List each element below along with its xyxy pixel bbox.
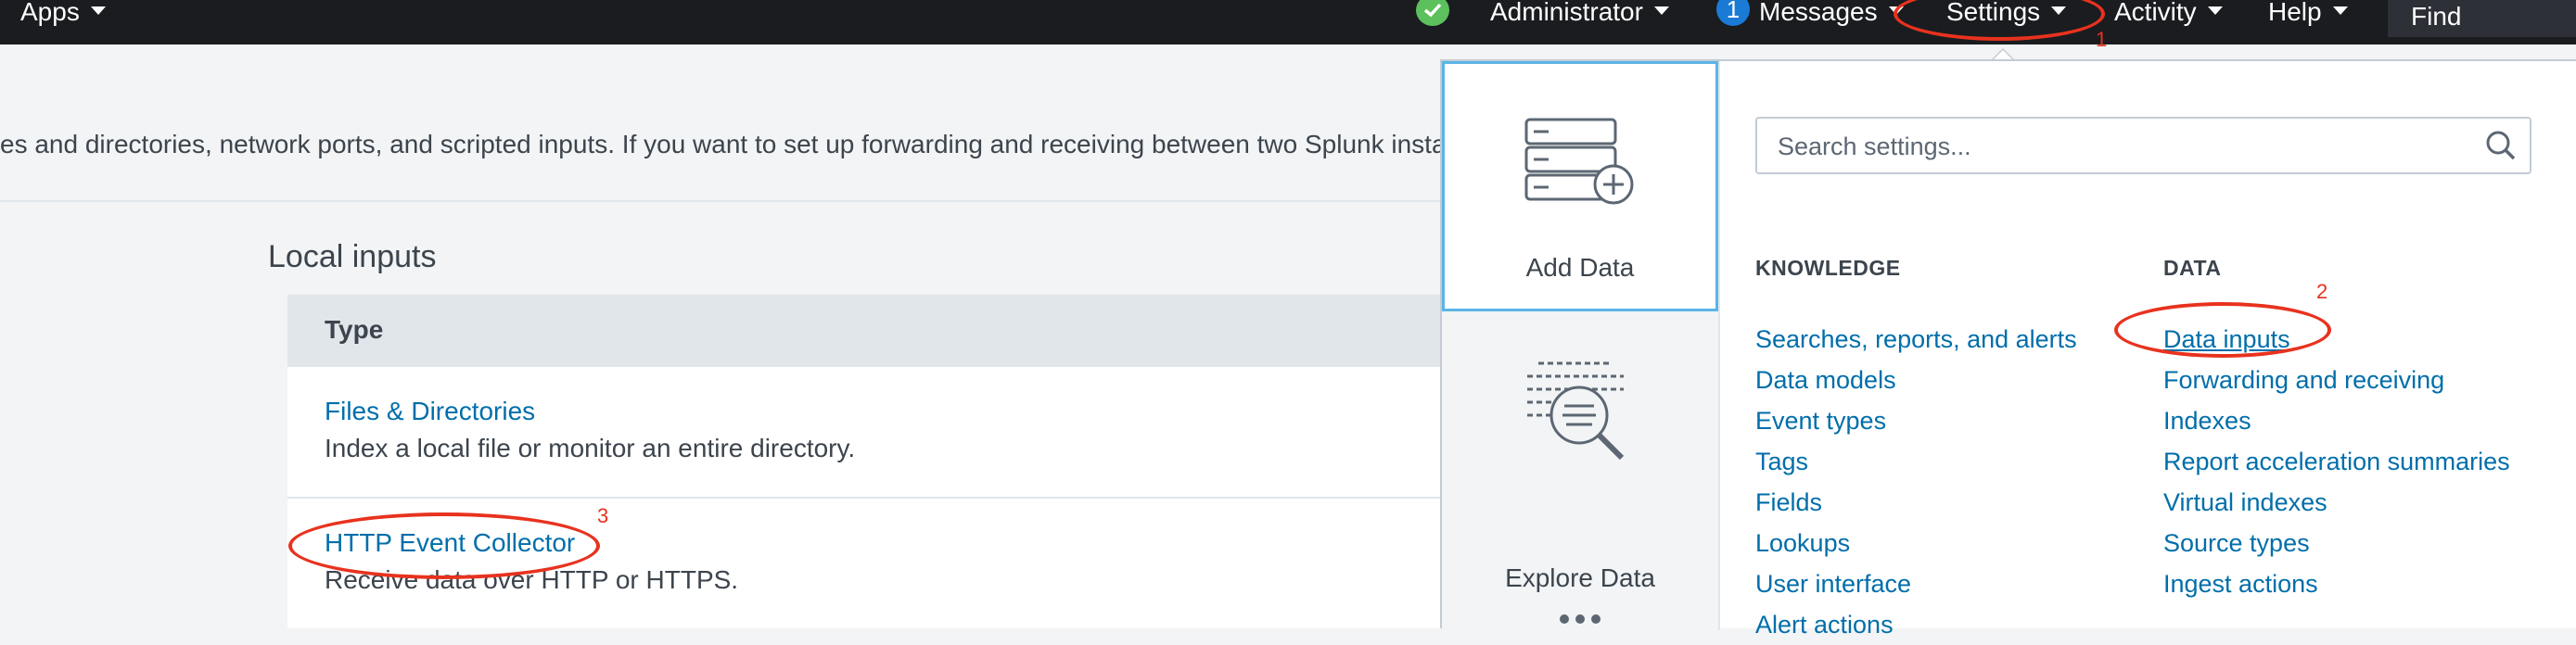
knowledge-item-alert-actions[interactable]: Alert actions — [1755, 604, 2077, 645]
search-icon[interactable] — [2485, 130, 2517, 161]
messages-count-badge: 1 — [1716, 0, 1750, 26]
add-data-label: Add Data — [1525, 253, 1635, 282]
apps-menu[interactable]: Apps — [20, 0, 106, 26]
knowledge-item-event-types[interactable]: Event types — [1755, 400, 2077, 441]
data-item-report-acceleration-summaries[interactable]: Report acceleration summaries — [2163, 441, 2510, 482]
section-title: Local inputs — [268, 239, 437, 274]
knowledge-menu: Searches, reports, and alerts Data model… — [1755, 319, 2077, 645]
table-header: Type — [287, 295, 1447, 367]
data-item-forwarding-receiving[interactable]: Forwarding and receiving — [2163, 360, 2510, 400]
data-item-source-types[interactable]: Source types — [2163, 523, 2510, 563]
data-item-ingest-actions[interactable]: Ingest actions — [2163, 563, 2510, 604]
table-row: Files & Directories Index a local file o… — [287, 367, 1447, 499]
chevron-down-icon — [1653, 6, 1669, 16]
explore-data-tile[interactable]: Explore Data — [1442, 311, 1718, 592]
data-heading: DATA — [2163, 256, 2222, 280]
top-navigation-bar: Apps Administrator 1 Messages Settings A… — [0, 0, 2576, 44]
knowledge-heading: KNOWLEDGE — [1755, 256, 1901, 280]
type-column-header[interactable]: Type — [325, 315, 383, 345]
help-label: Help — [2268, 0, 2322, 26]
knowledge-item-searches-reports-alerts[interactable]: Searches, reports, and alerts — [1755, 319, 2077, 360]
help-menu[interactable]: Help — [2268, 0, 2348, 26]
chevron-down-icon — [2207, 6, 2223, 16]
settings-tiles-column: Add Data Explore Data — [1442, 61, 1720, 630]
annotation-number-1: 1 — [2096, 28, 2108, 51]
row-description: Index a local file or monitor an entire … — [325, 434, 856, 462]
data-item-virtual-indexes[interactable]: Virtual indexes — [2163, 482, 2510, 523]
divider — [0, 200, 1447, 202]
apps-label: Apps — [20, 0, 80, 26]
settings-search-field[interactable] — [1755, 117, 2531, 174]
add-data-tile[interactable]: Add Data — [1442, 61, 1718, 311]
annotation-number-3: 3 — [597, 504, 609, 527]
explore-data-label: Explore Data — [1505, 563, 1655, 592]
chevron-down-icon — [90, 6, 106, 16]
partial-tile-icon — [1560, 614, 1600, 624]
knowledge-item-data-models[interactable]: Data models — [1755, 360, 2077, 400]
activity-menu[interactable]: Activity — [2114, 0, 2223, 26]
settings-dropdown-panel: Add Data Explore Data Search settings...… — [1440, 59, 2576, 639]
health-status-check-icon[interactable] — [1416, 0, 1449, 26]
find-label: Find — [2411, 2, 2462, 31]
data-menu: Data inputs Forwarding and receiving Ind… — [2163, 319, 2510, 604]
chevron-down-icon — [2332, 6, 2348, 16]
annotation-oval-http-event-collector — [288, 512, 600, 579]
activity-label: Activity — [2114, 0, 2197, 26]
user-label: Administrator — [1490, 0, 1643, 26]
annotation-oval-data-inputs — [2114, 302, 2331, 358]
messages-menu[interactable]: Messages — [1759, 0, 1904, 26]
knowledge-item-tags[interactable]: Tags — [1755, 441, 2077, 482]
settings-search-input[interactable] — [1776, 128, 2484, 165]
annotation-number-2: 2 — [2316, 280, 2328, 303]
user-menu[interactable]: Administrator — [1490, 0, 1669, 26]
add-data-icon — [1524, 118, 1634, 205]
data-item-indexes[interactable]: Indexes — [2163, 400, 2510, 441]
knowledge-item-lookups[interactable]: Lookups — [1755, 523, 2077, 563]
files-directories-link[interactable]: Files & Directories — [325, 397, 535, 426]
messages-label: Messages — [1759, 0, 1878, 26]
page-intro-text: es and directories, network ports, and s… — [0, 130, 1455, 158]
knowledge-item-user-interface[interactable]: User interface — [1755, 563, 2077, 604]
knowledge-item-fields[interactable]: Fields — [1755, 482, 2077, 523]
explore-data-icon — [1527, 361, 1625, 461]
find-input[interactable]: Find — [2388, 0, 2576, 37]
